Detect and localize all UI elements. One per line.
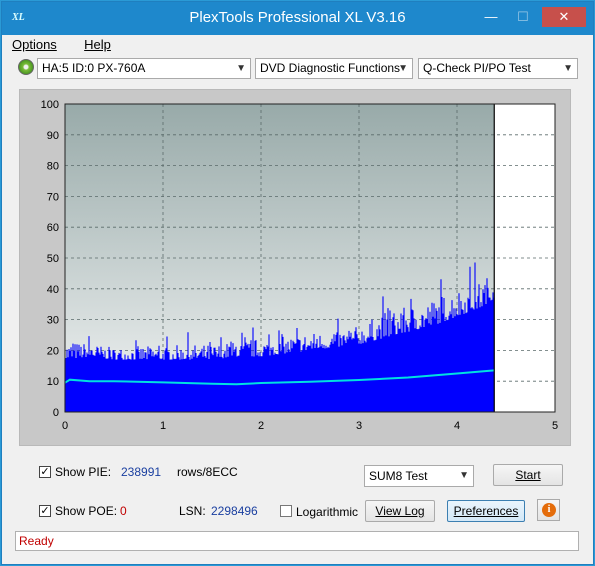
x-tick-label: 3 <box>356 420 362 432</box>
sum-test-select[interactable]: SUM8 Test ▼ <box>364 465 474 487</box>
test-select[interactable]: Q-Check PI/PO Test ▼ <box>418 58 578 79</box>
menu-options[interactable]: Options <box>12 37 69 52</box>
start-button-label: Start <box>515 468 541 482</box>
function-select[interactable]: DVD Diagnostic Functions ▼ <box>255 58 413 79</box>
test-select-value: Q-Check PI/PO Test <box>423 61 531 75</box>
y-tick-label: 20 <box>47 345 59 357</box>
sum-test-select-value: SUM8 Test <box>369 469 428 483</box>
pi-po-chart: 0 10 20 30 40 50 60 70 80 90 100 0 1 2 3 4 5 <box>41 99 558 432</box>
show-pie-label: Show PIE: <box>55 465 112 479</box>
status-text: Ready <box>19 534 54 548</box>
chevron-down-icon: ▼ <box>398 63 408 74</box>
menu-bar: Options Help <box>12 37 135 55</box>
drive-disc-icon <box>18 59 34 75</box>
y-tick-label: 30 <box>47 315 59 327</box>
logarithmic-label: Logarithmic <box>296 505 359 519</box>
x-tick-label: 5 <box>552 420 558 432</box>
drive-select-value: HA:5 ID:0 PX-760A <box>42 61 146 75</box>
status-bar: Ready <box>15 531 579 551</box>
logarithmic-checkbox[interactable] <box>280 505 292 517</box>
view-log-button-label: View Log <box>375 504 425 518</box>
start-button[interactable]: Start <box>493 464 563 486</box>
preferences-button-label: Preferences <box>453 504 519 518</box>
chevron-down-icon: ▼ <box>563 63 573 74</box>
info-icon: i <box>542 503 556 517</box>
view-log-button[interactable]: View Log <box>365 500 435 522</box>
function-select-value: DVD Diagnostic Functions <box>260 61 401 75</box>
y-tick-label: 10 <box>47 376 59 388</box>
y-tick-label: 100 <box>41 99 59 111</box>
chart-panel: 0 10 20 30 40 50 60 70 80 90 100 0 1 2 3 4 5 <box>19 89 571 446</box>
show-poe-checkbox[interactable]: ✓ <box>39 505 51 517</box>
maximize-icon[interactable]: ☐ <box>510 7 536 27</box>
window-title: PlexTools Professional XL V3.16 <box>189 9 406 26</box>
y-tick-label: 70 <box>47 191 59 203</box>
y-tick-label: 40 <box>47 284 59 296</box>
preferences-button[interactable]: Preferences <box>447 500 525 522</box>
show-poe-label: Show POE: <box>55 504 118 518</box>
info-button[interactable]: i <box>537 499 560 521</box>
pie-value: 238991 <box>121 465 162 479</box>
minimize-icon[interactable]: — <box>478 7 504 27</box>
lsn-value: 2298496 <box>211 504 258 518</box>
close-icon[interactable]: ✕ <box>542 7 586 27</box>
menu-help[interactable]: Help <box>84 37 123 52</box>
lsn-label: LSN: <box>179 504 206 518</box>
poe-value: 0 <box>120 504 127 518</box>
y-tick-label: 90 <box>47 130 59 142</box>
chevron-down-icon: ▼ <box>459 470 469 481</box>
y-tick-label: 0 <box>53 407 59 419</box>
x-tick-label: 0 <box>62 420 68 432</box>
show-pie-checkbox[interactable]: ✓ <box>39 466 51 478</box>
x-tick-label: 4 <box>454 420 460 432</box>
x-tick-label: 1 <box>160 420 166 432</box>
x-tick-label: 2 <box>258 420 264 432</box>
chevron-down-icon: ▼ <box>236 63 246 74</box>
drive-select[interactable]: HA:5 ID:0 PX-760A ▼ <box>37 58 251 79</box>
pie-unit: rows/8ECC <box>177 465 238 479</box>
y-tick-label: 50 <box>47 253 59 265</box>
title-bar: XL PlexTools Professional XL V3.16 — ☐ ✕ <box>2 2 593 35</box>
y-tick-label: 80 <box>47 161 59 173</box>
y-tick-label: 60 <box>47 222 59 234</box>
